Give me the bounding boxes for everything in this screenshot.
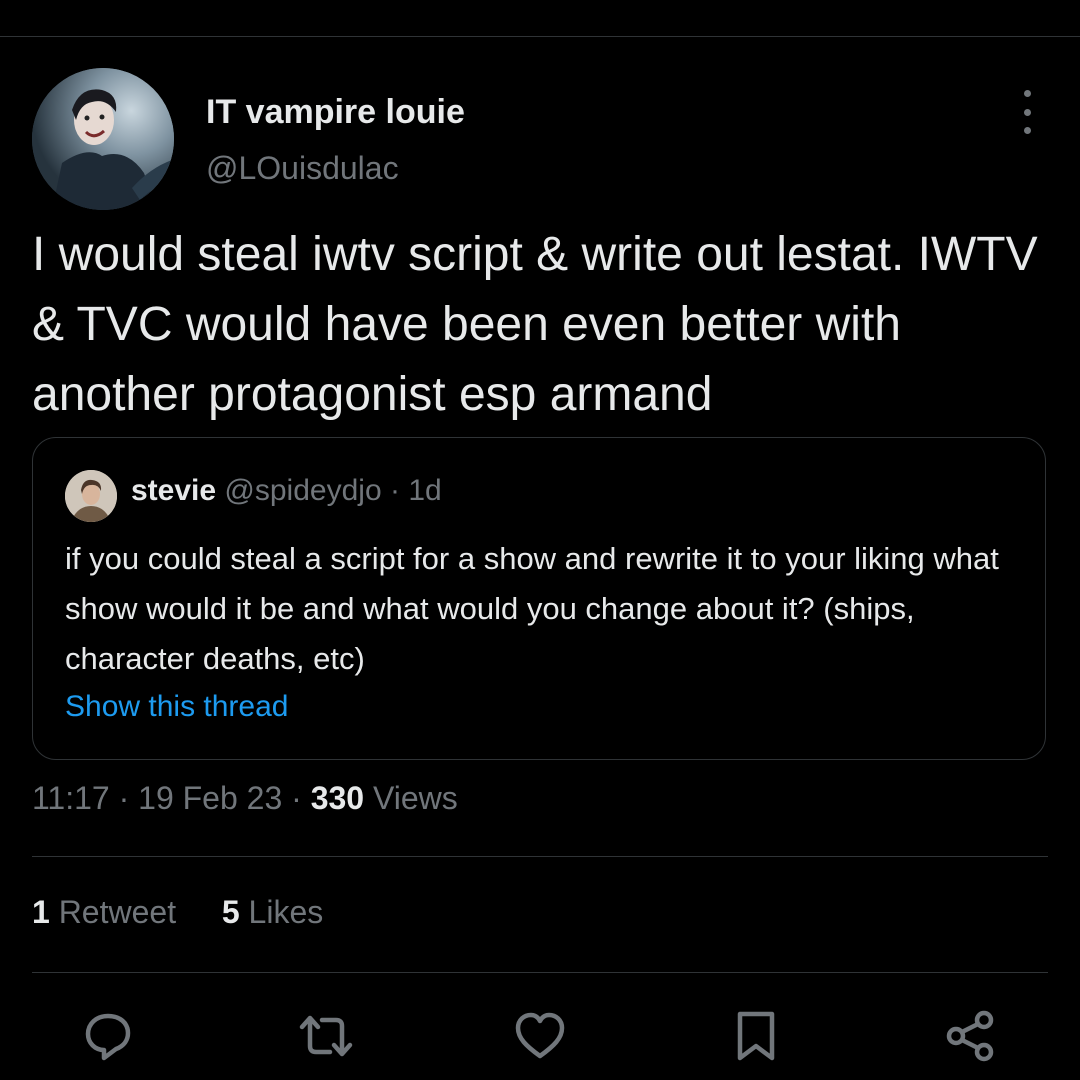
divider: [32, 972, 1048, 973]
reply-button[interactable]: [80, 1008, 136, 1064]
tweet-date[interactable]: 19 Feb 23: [138, 780, 282, 816]
author-name[interactable]: IT vampire louie: [206, 93, 465, 132]
quoted-tweet-header: stevie @spideydjo · 1d: [131, 474, 442, 508]
likes-stat[interactable]: 5 Likes: [222, 894, 323, 930]
meta-separator: ·: [118, 780, 130, 816]
author-handle[interactable]: @LOuisdulac: [206, 150, 399, 187]
bookmark-button[interactable]: [728, 1008, 784, 1064]
quoted-separator: ·: [389, 474, 400, 507]
share-button[interactable]: [942, 1008, 998, 1064]
retweets-stat[interactable]: 1 Retweet: [32, 894, 185, 930]
views-label: Views: [372, 780, 458, 816]
quoted-avatar-image: [65, 470, 117, 522]
like-button[interactable]: [512, 1008, 568, 1064]
quoted-tweet-text: if you could steal a script for a show a…: [65, 541, 999, 676]
retweet-icon: [299, 1015, 353, 1057]
retweets-label: Retweet: [58, 894, 177, 930]
quoted-timestamp[interactable]: 1d: [408, 474, 441, 507]
divider: [32, 856, 1048, 857]
quoted-author-avatar[interactable]: [65, 470, 117, 522]
show-thread-link[interactable]: Show this thread: [65, 690, 288, 724]
tweet-text: I would steal iwtv script & write out le…: [32, 228, 1038, 421]
author-avatar[interactable]: [32, 68, 174, 210]
avatar-image: [32, 68, 174, 210]
tweet-time[interactable]: 11:17: [32, 780, 110, 816]
reply-icon: [85, 1013, 131, 1061]
like-icon: [515, 1012, 565, 1059]
more-dot: [1023, 90, 1031, 97]
quoted-author-name[interactable]: stevie: [131, 474, 216, 507]
likes-label: Likes: [248, 894, 324, 930]
meta-separator: ·: [291, 780, 302, 816]
quoted-author-handle[interactable]: @spideydjo: [224, 474, 381, 507]
more-dot: [1023, 108, 1031, 116]
share-icon: [946, 1010, 994, 1062]
likes-count: 5: [221, 894, 240, 930]
retweets-count: 1: [32, 894, 50, 930]
top-divider: [0, 36, 1080, 37]
tweet-stats: 1 Retweet 5 Likes: [32, 894, 323, 931]
bookmark-icon: [737, 1011, 775, 1061]
quoted-tweet-card[interactable]: stevie @spideydjo · 1d if you could stea…: [32, 437, 1046, 760]
more-options-icon[interactable]: [1012, 90, 1042, 134]
more-dot: [1023, 127, 1031, 134]
tweet-meta: 11:17 · 19 Feb 23 · 330 Views: [32, 780, 458, 817]
retweet-button[interactable]: [298, 1008, 354, 1064]
views-count: 330: [310, 780, 365, 816]
